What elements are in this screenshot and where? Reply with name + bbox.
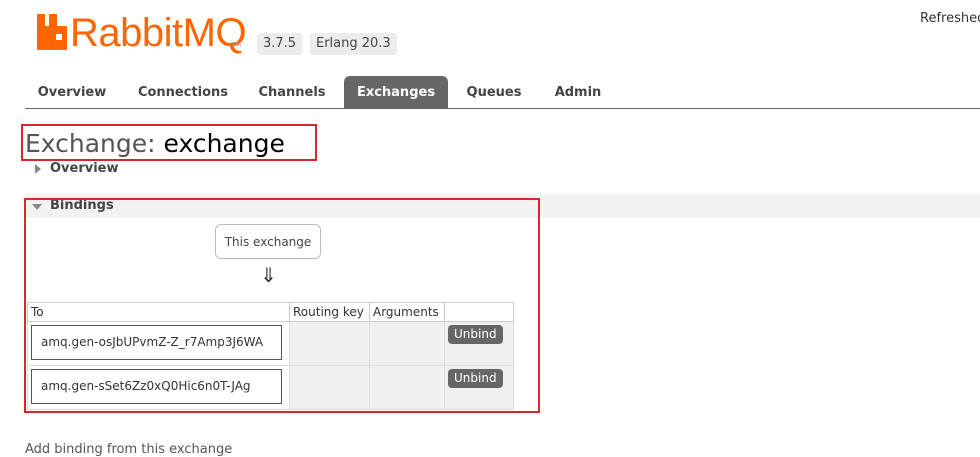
unbind-button[interactable]: Unbind <box>448 369 503 388</box>
column-header-arguments: Arguments <box>369 302 445 322</box>
cell-arguments <box>369 321 445 366</box>
tab-admin[interactable]: Admin <box>544 76 612 108</box>
cell-arguments <box>369 365 445 410</box>
bindings-table: To Routing key Arguments amq.gen-osJbUPv… <box>27 302 514 410</box>
page-title-prefix: Exchange: <box>25 129 164 158</box>
exchange-name: exchange <box>163 129 285 158</box>
version-badge: 3.7.5 <box>257 33 303 55</box>
down-arrow-icon: ⇓ <box>260 263 277 287</box>
table-header-row: To Routing key Arguments <box>27 302 514 322</box>
table-row: amq.gen-osJbUPvmZ-Z_r7Amp3J6WA Unbind <box>27 321 514 366</box>
logo-text: RabbitMQ <box>70 11 247 55</box>
queue-link[interactable]: amq.gen-osJbUPvmZ-Z_r7Amp3J6WA <box>31 325 282 360</box>
unbind-button[interactable]: Unbind <box>448 325 503 344</box>
section-overview-header[interactable]: Overview <box>50 161 119 176</box>
table-row: amq.gen-sSet6Zz0xQ0Hic6n0T-JAg Unbind <box>27 365 514 410</box>
expand-arrow-icon[interactable] <box>35 164 41 174</box>
queue-link[interactable]: amq.gen-sSet6Zz0xQ0Hic6n0T-JAg <box>31 369 282 404</box>
tab-connections[interactable]: Connections <box>129 76 237 108</box>
tab-channels[interactable]: Channels <box>249 76 335 108</box>
cell-actions: Unbind <box>444 321 514 366</box>
tab-exchanges[interactable]: Exchanges <box>344 76 448 108</box>
column-header-to: To <box>27 302 290 322</box>
column-header-actions <box>444 302 514 322</box>
refreshed-status: Refreshed <box>920 11 980 26</box>
rabbitmq-logo-icon <box>37 14 67 50</box>
logo-trademark: TM <box>231 41 242 49</box>
main-nav-tabs: Overview Connections Channels Exchanges … <box>25 76 980 109</box>
erlang-badge: Erlang 20.3 <box>310 33 397 55</box>
tab-queues[interactable]: Queues <box>458 76 530 108</box>
column-header-routing-key: Routing key <box>289 302 370 322</box>
cell-to: amq.gen-sSet6Zz0xQ0Hic6n0T-JAg <box>27 365 290 410</box>
cell-to: amq.gen-osJbUPvmZ-Z_r7Amp3J6WA <box>27 321 290 366</box>
this-exchange-box: This exchange <box>215 224 321 259</box>
cell-actions: Unbind <box>444 365 514 410</box>
tab-overview[interactable]: Overview <box>29 76 115 108</box>
cell-routing-key <box>289 321 370 366</box>
page-title: Exchange: exchange <box>25 128 285 160</box>
cell-routing-key <box>289 365 370 410</box>
